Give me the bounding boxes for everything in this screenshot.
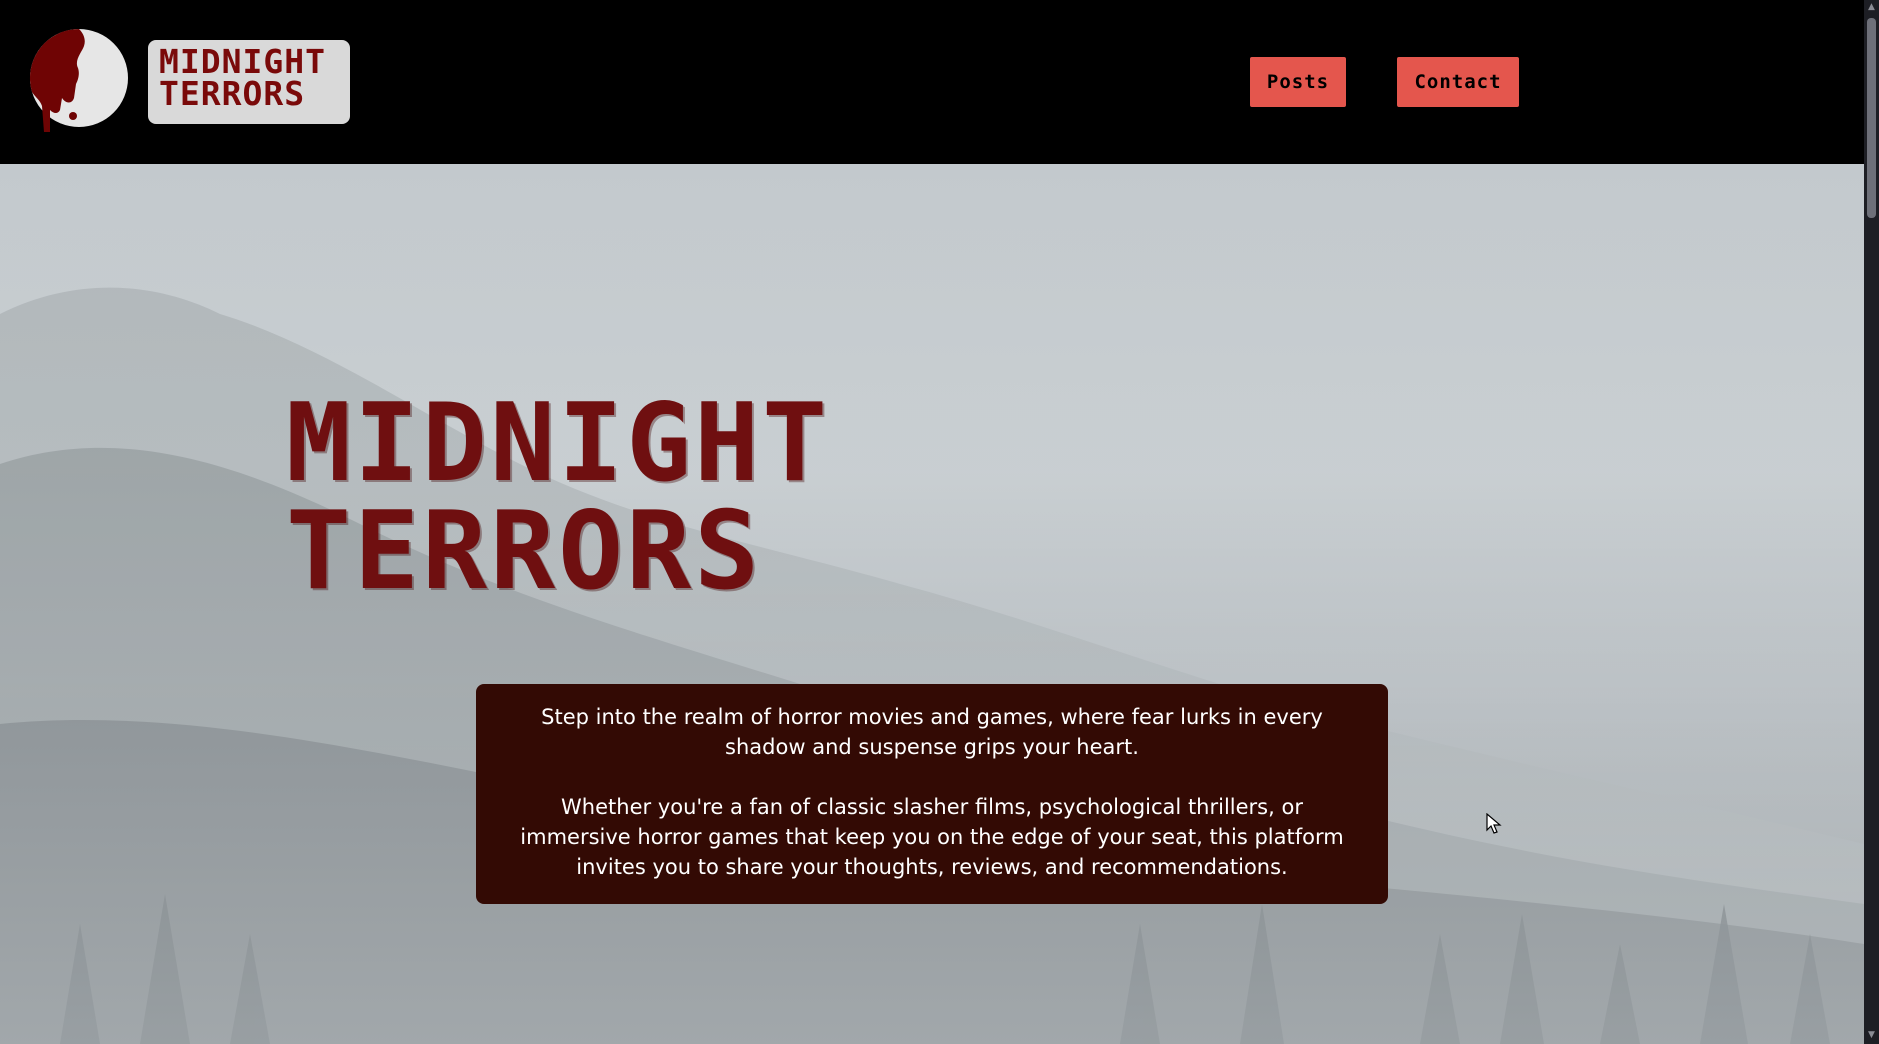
hero-section: MIDNIGHT TERRORS Step into the realm of … bbox=[0, 164, 1864, 1044]
hero-title-line1: MIDNIGHT bbox=[286, 381, 831, 506]
contact-nav-button[interactable]: Contact bbox=[1397, 57, 1519, 107]
logo-text-line2: TERRORS bbox=[159, 74, 306, 113]
posts-nav-button[interactable]: Posts bbox=[1250, 57, 1346, 107]
scroll-down-arrow-icon[interactable]: ▼ bbox=[1867, 1031, 1876, 1040]
logo-wordmark[interactable]: MIDNIGHT TERRORS bbox=[148, 40, 350, 124]
mouse-pointer-icon bbox=[1486, 813, 1502, 834]
intro-paragraph-1: Step into the realm of horror movies and… bbox=[541, 705, 1323, 759]
site-header: MIDNIGHT TERRORS Posts Contact bbox=[0, 0, 1864, 164]
logo-icon-link[interactable] bbox=[28, 28, 130, 132]
intro-text-box: Step into the realm of horror movies and… bbox=[476, 684, 1388, 904]
blood-drip-moon-icon bbox=[29, 28, 128, 132]
vertical-scrollbar[interactable]: ▲ ▼ bbox=[1864, 0, 1879, 1044]
hero-title-line2: TERRORS bbox=[286, 489, 763, 614]
scrollbar-thumb[interactable] bbox=[1867, 18, 1876, 218]
page: MIDNIGHT TERRORS Posts Contact MIDNIGHT … bbox=[0, 0, 1864, 1044]
scroll-up-arrow-icon[interactable]: ▲ bbox=[1867, 3, 1876, 12]
foggy-forest-background bbox=[0, 164, 1864, 1044]
hero-title: MIDNIGHT TERRORS bbox=[286, 390, 830, 606]
intro-paragraph-2: Whether you're a fan of classic slasher … bbox=[520, 795, 1344, 879]
